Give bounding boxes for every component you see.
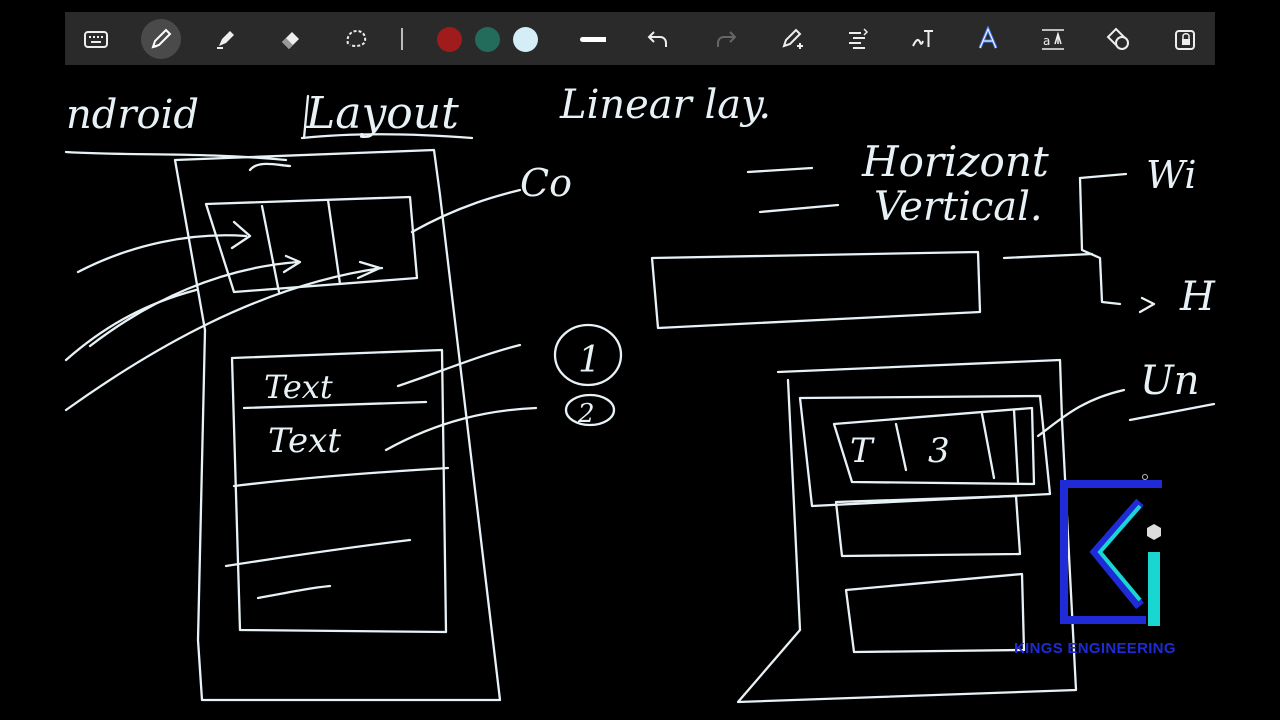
callout-line xyxy=(1036,388,1126,438)
color-swatch-red[interactable] xyxy=(437,27,462,52)
list-row-box xyxy=(834,494,1022,558)
color-swatch-light-blue[interactable] xyxy=(513,27,538,52)
color-swatch-green[interactable] xyxy=(475,27,500,52)
logo-hexagon xyxy=(1147,524,1161,540)
callout-line xyxy=(410,188,522,234)
logo-dot xyxy=(1142,474,1148,480)
handwritten-title-layout: Layout xyxy=(305,88,459,139)
logo-frame xyxy=(1060,480,1162,624)
bullet-dash xyxy=(746,166,814,174)
shapes-icon[interactable] xyxy=(1098,19,1138,59)
handwritten-list-item-1: Text xyxy=(264,368,333,406)
logo-i-bar xyxy=(1148,552,1160,626)
handwritten-branch-top: Wi xyxy=(1146,153,1197,197)
circle-number-2: 2 xyxy=(577,399,595,429)
handwritten-cell-1: T xyxy=(850,431,875,471)
handwritten-title-android: ndroid xyxy=(66,92,199,138)
logo-wordmark: KINGS ENGINEERING xyxy=(1014,640,1176,657)
callout-line xyxy=(384,406,538,452)
handwriting-to-text-icon[interactable] xyxy=(903,19,943,59)
highlighter-icon[interactable] xyxy=(206,19,246,59)
kings-engineering-logo xyxy=(1060,474,1162,626)
ink-stroke xyxy=(248,162,292,172)
ink-stroke xyxy=(224,538,412,568)
toolbar-divider xyxy=(401,28,403,50)
svg-text:a: a xyxy=(1043,34,1050,48)
lasso-icon[interactable] xyxy=(336,19,376,59)
pen-icon[interactable] xyxy=(141,19,181,59)
ink-stroke xyxy=(1128,402,1216,422)
row-divider xyxy=(232,466,450,488)
text-style-icon[interactable] xyxy=(968,19,1008,59)
handwritten-list-item-2: Text xyxy=(268,421,341,461)
circle-number-1: 1 xyxy=(578,340,601,381)
shape-pen-icon[interactable] xyxy=(773,19,813,59)
bracket-stroke xyxy=(1078,172,1128,180)
bullet-dash xyxy=(758,203,840,214)
list-row-box xyxy=(844,572,1026,654)
text-align-icon[interactable] xyxy=(838,19,878,59)
ink-stroke xyxy=(256,584,332,600)
bracket-line xyxy=(1002,252,1094,260)
handwritten-vertical: Vertical. xyxy=(874,184,1043,230)
eraser-icon[interactable] xyxy=(271,19,311,59)
cell-dividers xyxy=(894,408,1020,484)
handwritten-right-label: Un xyxy=(1140,358,1199,404)
whiteboard-canvas[interactable]: ndroid Layout Linear lay. Co Horizont Ve… xyxy=(0,65,1280,720)
lock-icon[interactable] xyxy=(1165,19,1205,59)
handwritten-branch-bottom: H xyxy=(1179,274,1216,320)
arrow-stroke xyxy=(64,288,198,362)
keyboard-icon[interactable] xyxy=(76,19,116,59)
drawing-toolbar: a xyxy=(65,12,1215,65)
stroke-width-icon[interactable] xyxy=(573,19,613,59)
handwritten-cell-2: 3 xyxy=(928,431,950,471)
horizontal-rect-sketch xyxy=(650,250,982,330)
handwritten-title-linear-layout: Linear lay. xyxy=(559,82,771,128)
bracket-stroke xyxy=(1078,176,1156,314)
handwritten-horizontal: Horizont xyxy=(861,137,1049,186)
handwritten-callout-text: Co xyxy=(520,161,572,205)
undo-icon[interactable] xyxy=(638,19,678,59)
ink-stroke xyxy=(798,394,1052,508)
redo-icon[interactable] xyxy=(706,19,746,59)
text-size-icon[interactable]: a xyxy=(1033,19,1073,59)
